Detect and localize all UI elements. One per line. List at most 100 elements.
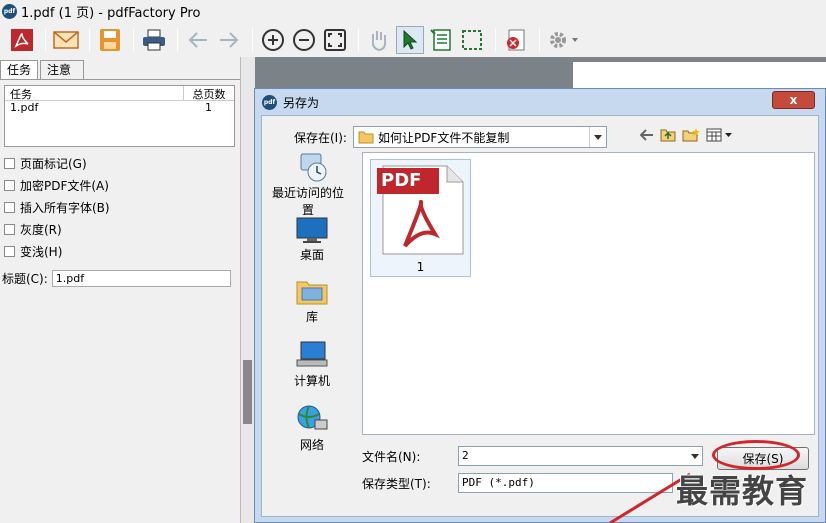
zoom-in-button[interactable] (259, 26, 287, 54)
email-button[interactable] (52, 26, 80, 54)
dialog-nav-toolbar (640, 128, 740, 142)
marquee-select-button[interactable] (458, 26, 486, 54)
place-label: 网络 (299, 438, 324, 452)
tab-notes[interactable]: 注意 (40, 60, 85, 80)
filename-row: 文件名(N): 2 (362, 446, 703, 466)
chevron-down-icon[interactable] (687, 447, 702, 465)
place-library[interactable]: 库 (272, 276, 352, 325)
watermark-text: 最需教育 (676, 472, 809, 510)
text-select-button[interactable] (427, 26, 455, 54)
filetype-row: 保存类型(T): PDF (*.pdf) (362, 473, 673, 493)
splitter-collapse-handle[interactable] (243, 360, 252, 424)
place-label: 桌面 (299, 248, 324, 262)
file-list-pane[interactable]: PDF 1 (362, 152, 815, 435)
document-title-label: 标题(C): (2, 272, 48, 286)
task-list-header: 任务 总页数 (5, 86, 234, 101)
option-label: 灰度(R) (20, 222, 62, 237)
save-button[interactable] (96, 26, 124, 54)
print-button[interactable] (140, 26, 168, 54)
delete-page-icon (507, 29, 525, 50)
marquee-select-icon (462, 29, 482, 50)
text-select-icon (430, 28, 451, 51)
column-header-task[interactable]: 任务 (5, 86, 184, 101)
fit-page-button[interactable] (321, 26, 349, 54)
option-label: 页面标记(G) (20, 156, 87, 171)
chevron-down-icon[interactable] (588, 127, 606, 147)
recent-places-icon (300, 153, 327, 182)
folder-icon (358, 131, 374, 144)
main-toolbar (0, 22, 826, 57)
task-row[interactable]: 1.pdf 1 (5, 101, 234, 116)
view-menu-icon[interactable] (706, 128, 734, 142)
back-arrow-icon[interactable] (640, 129, 654, 141)
option-lighten[interactable]: 变浅(H) (4, 243, 62, 259)
save-in-label: 保存在(I): (294, 130, 347, 145)
place-label: 计算机 (293, 374, 330, 388)
panel-splitter[interactable] (241, 57, 255, 523)
file-item[interactable]: PDF 1 (370, 159, 471, 277)
select-arrow-button[interactable] (396, 25, 424, 54)
zoom-in-icon (262, 28, 284, 51)
filename-label: 文件名(N): (362, 449, 421, 464)
back-arrow-icon (188, 31, 207, 48)
column-header-pages[interactable]: 总页数 (184, 86, 234, 101)
left-panel: 任务 注意 任务 总页数 1.pdf 1 页面标记(G) 加密PDF文件(A) … (0, 57, 241, 523)
option-label: 插入所有字体(B) (20, 200, 110, 215)
place-network[interactable]: 网络 (272, 404, 352, 453)
toolbar-separator (539, 27, 540, 52)
place-computer[interactable]: 计算机 (272, 340, 352, 389)
zoom-out-icon (293, 28, 315, 51)
library-icon (296, 281, 328, 305)
email-icon (53, 30, 79, 49)
save-in-value: 如何让PDF文件不能复制 (377, 130, 510, 145)
grayscale-checkbox[interactable] (4, 223, 15, 235)
task-list[interactable]: 任务 总页数 1.pdf 1 (4, 85, 235, 147)
desktop-icon (296, 217, 328, 243)
window-titlebar: pdf 1.pdf (1 页) - pdfFactory Pro (0, 0, 826, 22)
forward-arrow-icon (220, 31, 239, 48)
option-page-marks[interactable]: 页面标记(G) (4, 155, 87, 171)
new-folder-icon[interactable] (682, 128, 700, 142)
save-disk-icon (100, 28, 120, 51)
place-label: 最近访问的位置 (271, 186, 344, 217)
lighten-checkbox[interactable] (4, 245, 15, 257)
dialog-close-button[interactable]: x (772, 91, 815, 109)
option-embed-fonts[interactable]: 插入所有字体(B) (4, 199, 110, 215)
filetype-label: 保存类型(T): (362, 476, 431, 491)
option-label: 加密PDF文件(A) (20, 178, 109, 193)
encrypt-pdf-checkbox[interactable] (4, 179, 15, 191)
filename-value: 2 (462, 449, 469, 462)
pdf-save-button[interactable] (8, 26, 36, 54)
hand-tool-button[interactable] (365, 26, 393, 54)
up-folder-icon[interactable] (660, 128, 676, 142)
option-encrypt-pdf[interactable]: 加密PDF文件(A) (4, 177, 109, 193)
zoom-out-button[interactable] (290, 26, 318, 54)
tab-tasks[interactable]: 任务 (0, 60, 39, 80)
option-grayscale[interactable]: 灰度(R) (4, 221, 62, 237)
places-bar: 最近访问的位置 桌面 库 计算机 网络 (272, 152, 352, 452)
settings-button[interactable] (546, 26, 582, 54)
document-title-row: 标题(C): 1.pdf (2, 270, 231, 287)
toolbar-separator (89, 27, 90, 52)
pdffactory-logo-icon: pdf (262, 94, 277, 110)
document-title-input[interactable]: 1.pdf (51, 270, 231, 287)
pdf-save-icon (11, 28, 33, 51)
filetype-value: PDF (*.pdf) (462, 476, 535, 489)
network-icon (297, 405, 328, 430)
delete-page-button[interactable] (502, 26, 530, 54)
task-name: 1.pdf (10, 101, 39, 114)
toolbar-separator (177, 27, 178, 52)
embed-fonts-checkbox[interactable] (4, 201, 15, 213)
print-icon (143, 29, 165, 50)
save-in-combo[interactable]: 如何让PDF文件不能复制 (352, 126, 607, 148)
page-marks-checkbox[interactable] (4, 157, 15, 169)
place-recent[interactable]: 最近访问的位置 (272, 152, 352, 218)
forward-button[interactable] (215, 26, 243, 54)
option-label: 变浅(H) (20, 244, 63, 259)
filetype-select[interactable]: PDF (*.pdf) (458, 473, 673, 493)
file-item-name: 1 (416, 260, 425, 274)
filename-input[interactable]: 2 (458, 446, 703, 466)
dialog-title: 另存为 (283, 95, 320, 110)
back-button[interactable] (184, 26, 212, 54)
place-desktop[interactable]: 桌面 (272, 216, 352, 263)
